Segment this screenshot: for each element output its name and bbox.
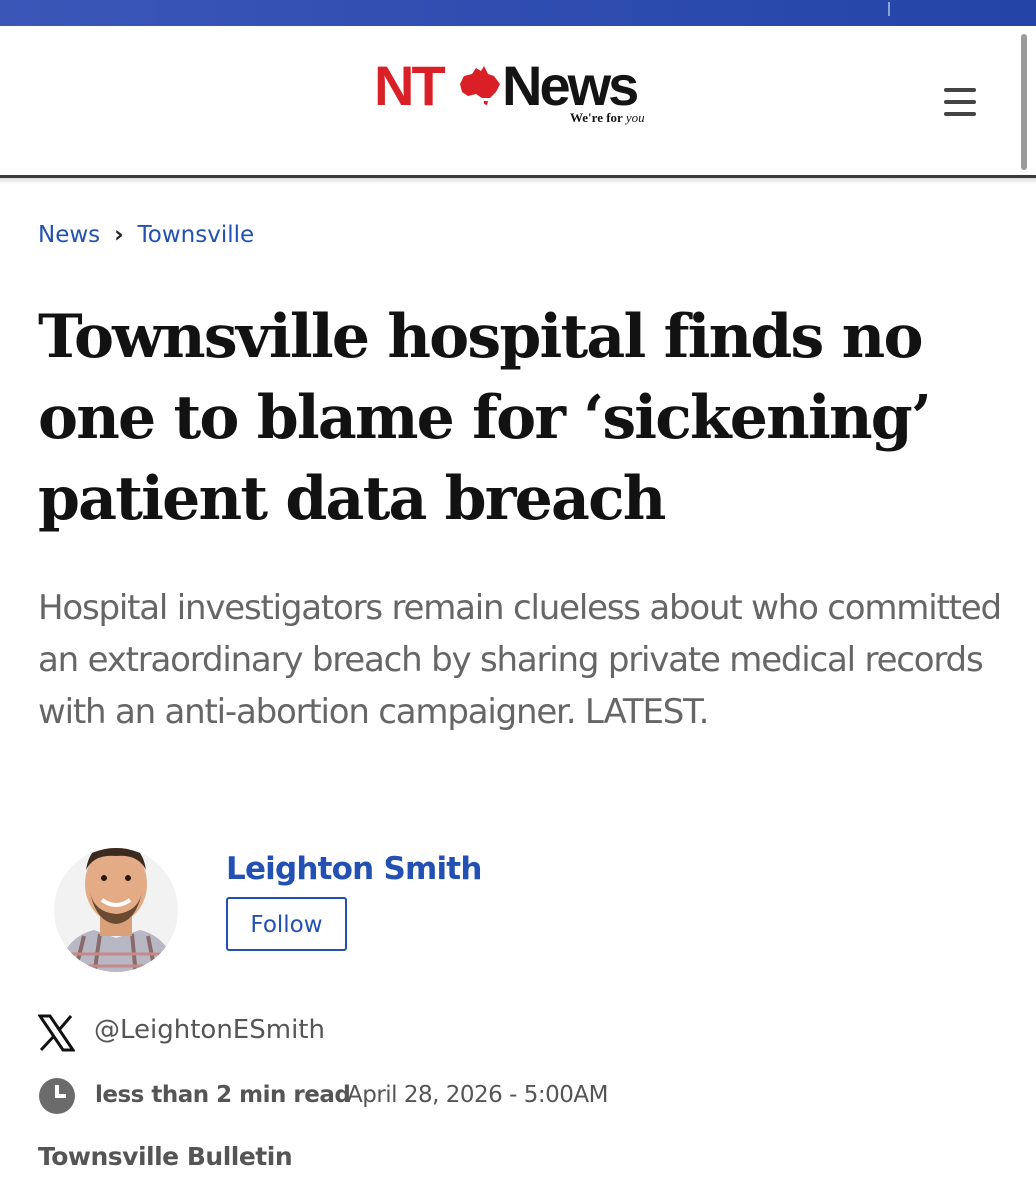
chevron-right-icon: ›: [114, 222, 124, 248]
article-standfirst: Hospital investigators remain clueless a…: [38, 588, 1002, 732]
logo-tagline: We're for you: [570, 110, 645, 126]
top-bar-divider: [888, 2, 890, 16]
breadcrumb-townsville[interactable]: Townsville: [138, 222, 255, 248]
menu-bar-top: [944, 88, 976, 92]
x-handle[interactable]: @LeightonESmith: [94, 1015, 325, 1045]
breadcrumb: News › Townsville: [38, 222, 254, 248]
author-name[interactable]: Leighton Smith: [226, 851, 482, 887]
hamburger-menu-icon[interactable]: [942, 86, 978, 118]
follow-button[interactable]: Follow: [226, 897, 347, 951]
read-time: less than 2 min read: [95, 1082, 351, 1108]
tagline-script: you: [625, 110, 645, 125]
breadcrumb-news[interactable]: News: [38, 222, 100, 248]
nt-news-logo[interactable]: NT News We're for you: [374, 56, 664, 136]
header-shadow: [0, 178, 1036, 184]
x-logo-icon[interactable]: [38, 1014, 75, 1052]
top-bar: [0, 0, 1036, 26]
menu-bar-bottom: [944, 112, 976, 116]
publication-source: Townsville Bulletin: [38, 1142, 293, 1171]
clock-icon: [39, 1078, 75, 1114]
tagline-main: We're for: [570, 110, 623, 125]
article-headline: Townsville hospital finds no one to blam…: [38, 302, 932, 534]
australia-map-icon: [460, 66, 500, 105]
menu-bar-middle: [944, 100, 976, 104]
author-avatar[interactable]: [44, 826, 184, 976]
publish-date: April 28, 2026 - 5:00AM: [347, 1082, 608, 1108]
logo-news: News: [502, 54, 639, 117]
scrollbar[interactable]: [1021, 34, 1027, 170]
logo-nt: NT: [374, 54, 446, 117]
